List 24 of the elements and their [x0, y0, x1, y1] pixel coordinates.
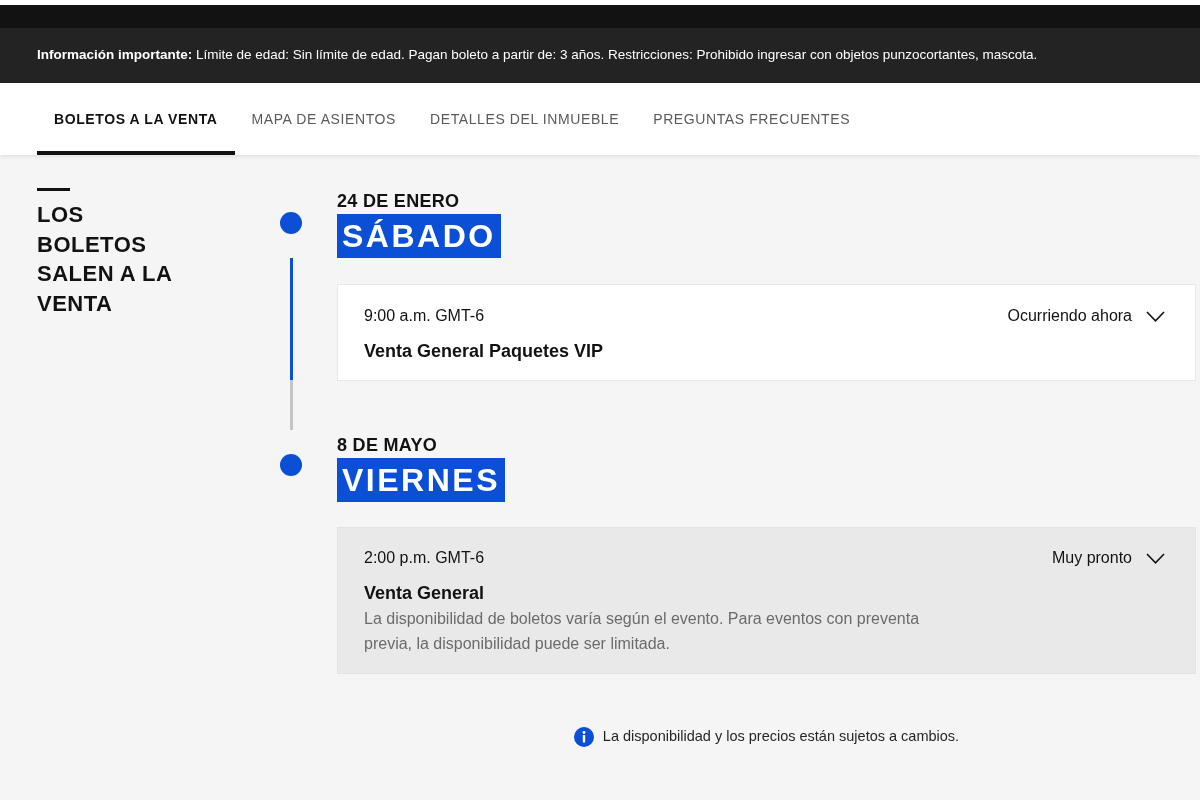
sale-title: Venta General	[364, 582, 485, 605]
chevron-down-icon	[1146, 552, 1165, 564]
status-toggle[interactable]: Ocurriendo ahora	[1007, 304, 1165, 328]
heading-accent-line	[37, 188, 70, 191]
date-label: 8 DE MAYO	[337, 434, 438, 456]
info-text: Información importante: Límite de edad: Sin límite de edad. Pagan boleto a partir de: 3 años. Restricciones: Prohibido ingresar con objetos punzocortantes, mascota.	[37, 46, 1038, 65]
tab[interactable]: MAPA DE ASIENTOS	[234, 83, 413, 155]
weekday-label: VIERNES	[337, 458, 505, 502]
timeline-dot-icon	[280, 212, 302, 234]
chevron-down-icon	[1146, 310, 1165, 322]
timeline-dot-icon	[280, 454, 302, 476]
status-toggle[interactable]: Muy pronto	[1051, 546, 1165, 570]
disclaimer-text: La disponibilidad y los precios están sujetos a cambios.	[602, 727, 960, 746]
sale-time: 2:00 p.m. GMT-6	[364, 548, 485, 568]
sale-description: La disponibilidad de boletos varía según el evento. Para eventos con preventa previa, la disponibilidad puede ser limitada.	[364, 609, 921, 654]
tab[interactable]: PREGUNTAS FRECUENTES	[636, 83, 868, 155]
tab[interactable]: DETALLES DEL INMUEBLE	[413, 83, 637, 155]
info-icon	[573, 726, 594, 747]
weekday-label: SÁBADO	[337, 214, 501, 258]
sale-time: 9:00 a.m. GMT-6	[364, 306, 485, 326]
section-heading: LOS BOLETOS SALEN A LA VENTA	[37, 201, 173, 318]
sale-title: Venta General Paquetes VIP	[364, 340, 604, 363]
date-label: 24 DE ENERO	[337, 190, 460, 212]
tab[interactable]: BOLETOS A LA VENTA	[37, 83, 235, 155]
